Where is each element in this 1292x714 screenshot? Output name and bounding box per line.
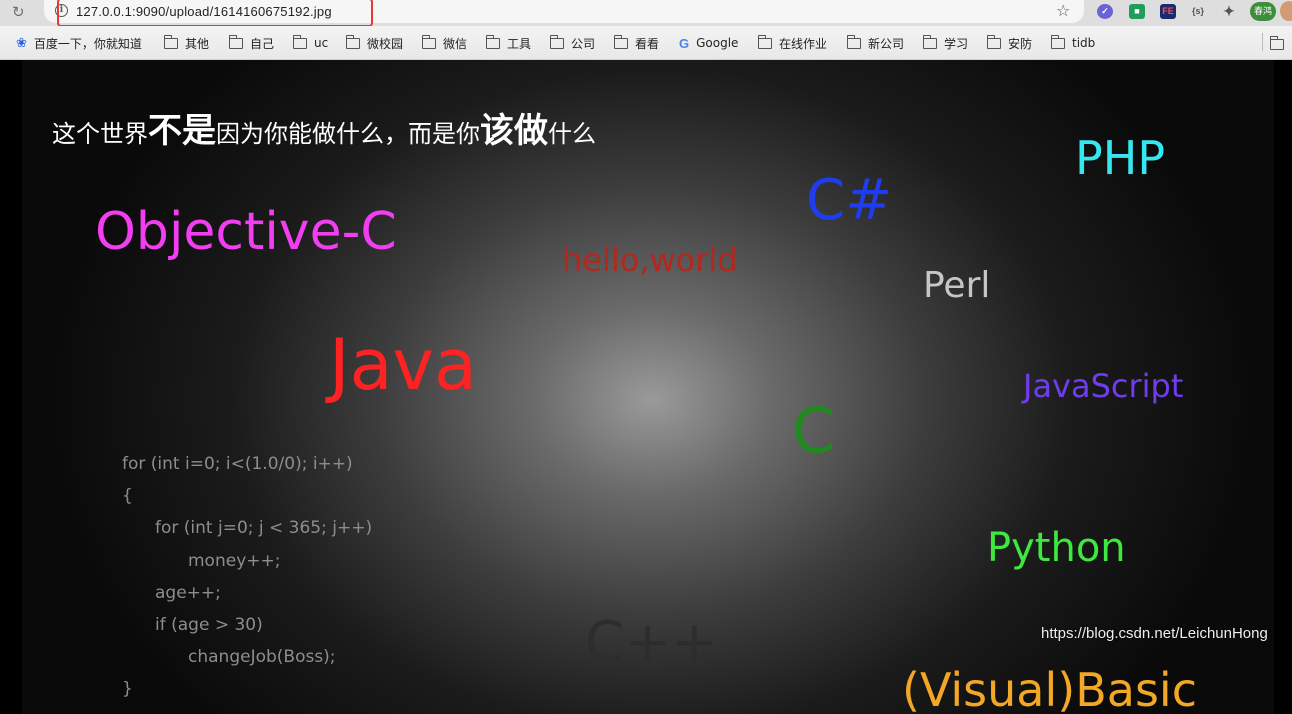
code-line: } <box>122 679 133 699</box>
word-objective-c: Objective-C <box>95 202 397 262</box>
book-extension-icon[interactable]: ■ <box>1129 4 1145 19</box>
word-perl: Perl <box>923 265 991 306</box>
bookmark-label: 看看 <box>635 36 660 51</box>
url-highlight-box <box>57 0 373 27</box>
json-extension-icon[interactable]: {s} <box>1190 4 1206 19</box>
avatar[interactable] <box>1280 1 1292 21</box>
bookmark-folder-xingongsi[interactable]: 新公司 <box>846 34 905 51</box>
bookmark-label: 公司 <box>571 36 596 51</box>
bookmark-folder-qita[interactable]: 其他 <box>163 34 210 51</box>
word-python: Python <box>987 525 1126 571</box>
folder-icon <box>846 34 861 49</box>
motto-part: 这个世界 <box>52 120 148 148</box>
bookmark-baidu[interactable]: ❀ 百度一下，你就知道 <box>16 35 142 51</box>
folder-icon <box>421 34 436 49</box>
bookmark-folder-kankan[interactable]: 看看 <box>613 34 660 51</box>
puzzle-icon[interactable]: ✦ <box>1221 4 1237 19</box>
word-c: C <box>792 394 836 467</box>
baidu-paw-icon: ❀ <box>16 35 27 51</box>
bookmark-label: 微校园 <box>367 36 404 51</box>
bookmark-label: uc <box>314 36 329 50</box>
word-javascript: JavaScript <box>1023 367 1184 405</box>
bookmark-folder-xuexi[interactable]: 学习 <box>922 34 969 51</box>
code-line: money++; <box>188 551 281 571</box>
bookmarks-divider <box>1262 33 1263 51</box>
bookmark-folder-anfang[interactable]: 安防 <box>986 34 1033 51</box>
reload-icon[interactable]: ↻ <box>12 3 25 21</box>
bookmark-folder-zaixianzuoye[interactable]: 在线作业 <box>757 34 828 51</box>
folder-icon <box>292 34 307 49</box>
word-cpp: C++ <box>585 610 718 675</box>
folder-icon <box>485 34 500 49</box>
bookmark-folder-tidb[interactable]: tidb <box>1050 34 1096 51</box>
bookmark-label: 其他 <box>185 36 210 51</box>
displayed-image: 这个世界不是因为你能做什么，而是你该做什么 PHP C# Objective-C… <box>22 60 1274 714</box>
folder-icon <box>1050 34 1065 49</box>
bookmark-label: 新公司 <box>868 36 905 51</box>
folder-icon <box>549 34 564 49</box>
bookmark-label: 自己 <box>250 36 275 51</box>
folder-icon <box>922 34 937 49</box>
bookmark-folder-weixin[interactable]: 微信 <box>421 34 468 51</box>
word-java: Java <box>329 324 477 406</box>
bookmarks-bar: ❀ 百度一下，你就知道 其他 自己 uc 微校园 微信 工具 公司 看看 G G… <box>0 26 1292 60</box>
bookmark-label: 在线作业 <box>779 36 828 51</box>
bookmark-folder-weixiaoyuan[interactable]: 微校园 <box>345 34 404 51</box>
other-bookmarks-folder[interactable] <box>1269 35 1291 52</box>
bookmark-folder-ziji[interactable]: 自己 <box>228 34 275 51</box>
motto-emphasis: 该做 <box>480 111 548 151</box>
folder-icon <box>757 34 772 49</box>
folder-icon <box>163 34 178 49</box>
bookmark-folder-uc[interactable]: uc <box>292 34 329 51</box>
bookmark-label: 百度一下，你就知道 <box>33 36 142 51</box>
bookmark-label: tidb <box>1072 36 1096 50</box>
code-line: for (int j=0; j < 365; j++) <box>155 518 373 538</box>
code-line: for (int i=0; i<(1.0/0); i++) <box>122 454 353 474</box>
profile-badge[interactable]: 春鸿 <box>1250 2 1276 21</box>
bookmark-label: 安防 <box>1008 36 1033 51</box>
code-line: if (age > 30) <box>155 615 263 635</box>
star-icon[interactable]: ☆ <box>1056 2 1070 20</box>
address-bar: ↻ i 127.0.0.1:9090/upload/1614160675192.… <box>0 0 1292 27</box>
bookmark-label: Google <box>696 36 739 50</box>
code-line: age++; <box>155 583 221 603</box>
check-extension-icon[interactable]: ✓ <box>1097 4 1113 19</box>
word-php: PHP <box>1075 131 1166 185</box>
word-csharp: C# <box>806 168 893 233</box>
folder-icon <box>1269 35 1284 50</box>
bookmark-folder-gongju[interactable]: 工具 <box>485 34 532 51</box>
bookmark-label: 工具 <box>507 36 532 51</box>
word-visual-basic: (Visual)Basic <box>902 663 1198 714</box>
folder-icon <box>613 34 628 49</box>
bookmark-google[interactable]: G Google <box>679 35 738 51</box>
bookmark-folder-gongsi[interactable]: 公司 <box>549 34 596 51</box>
motto-text: 这个世界不是因为你能做什么，而是你该做什么 <box>52 114 596 148</box>
fe-extension-icon[interactable]: FE <box>1160 4 1176 19</box>
folder-icon <box>228 34 243 49</box>
folder-icon <box>345 34 360 49</box>
bookmark-label: 微信 <box>443 36 468 51</box>
folder-icon <box>986 34 1001 49</box>
motto-part: 因为你能做什么，而是你 <box>216 120 480 148</box>
google-icon: G <box>679 35 690 51</box>
motto-part: 什么 <box>548 120 596 148</box>
bookmark-label: 学习 <box>944 36 969 51</box>
code-line: changeJob(Boss); <box>188 647 336 667</box>
motto-emphasis: 不是 <box>148 111 216 151</box>
word-hello-world: hello,world <box>562 241 738 279</box>
page-viewport: 这个世界不是因为你能做什么，而是你该做什么 PHP C# Objective-C… <box>0 60 1292 714</box>
code-line: { <box>122 486 133 506</box>
watermark-text: https://blog.csdn.net/LeichunHong <box>1041 625 1268 642</box>
